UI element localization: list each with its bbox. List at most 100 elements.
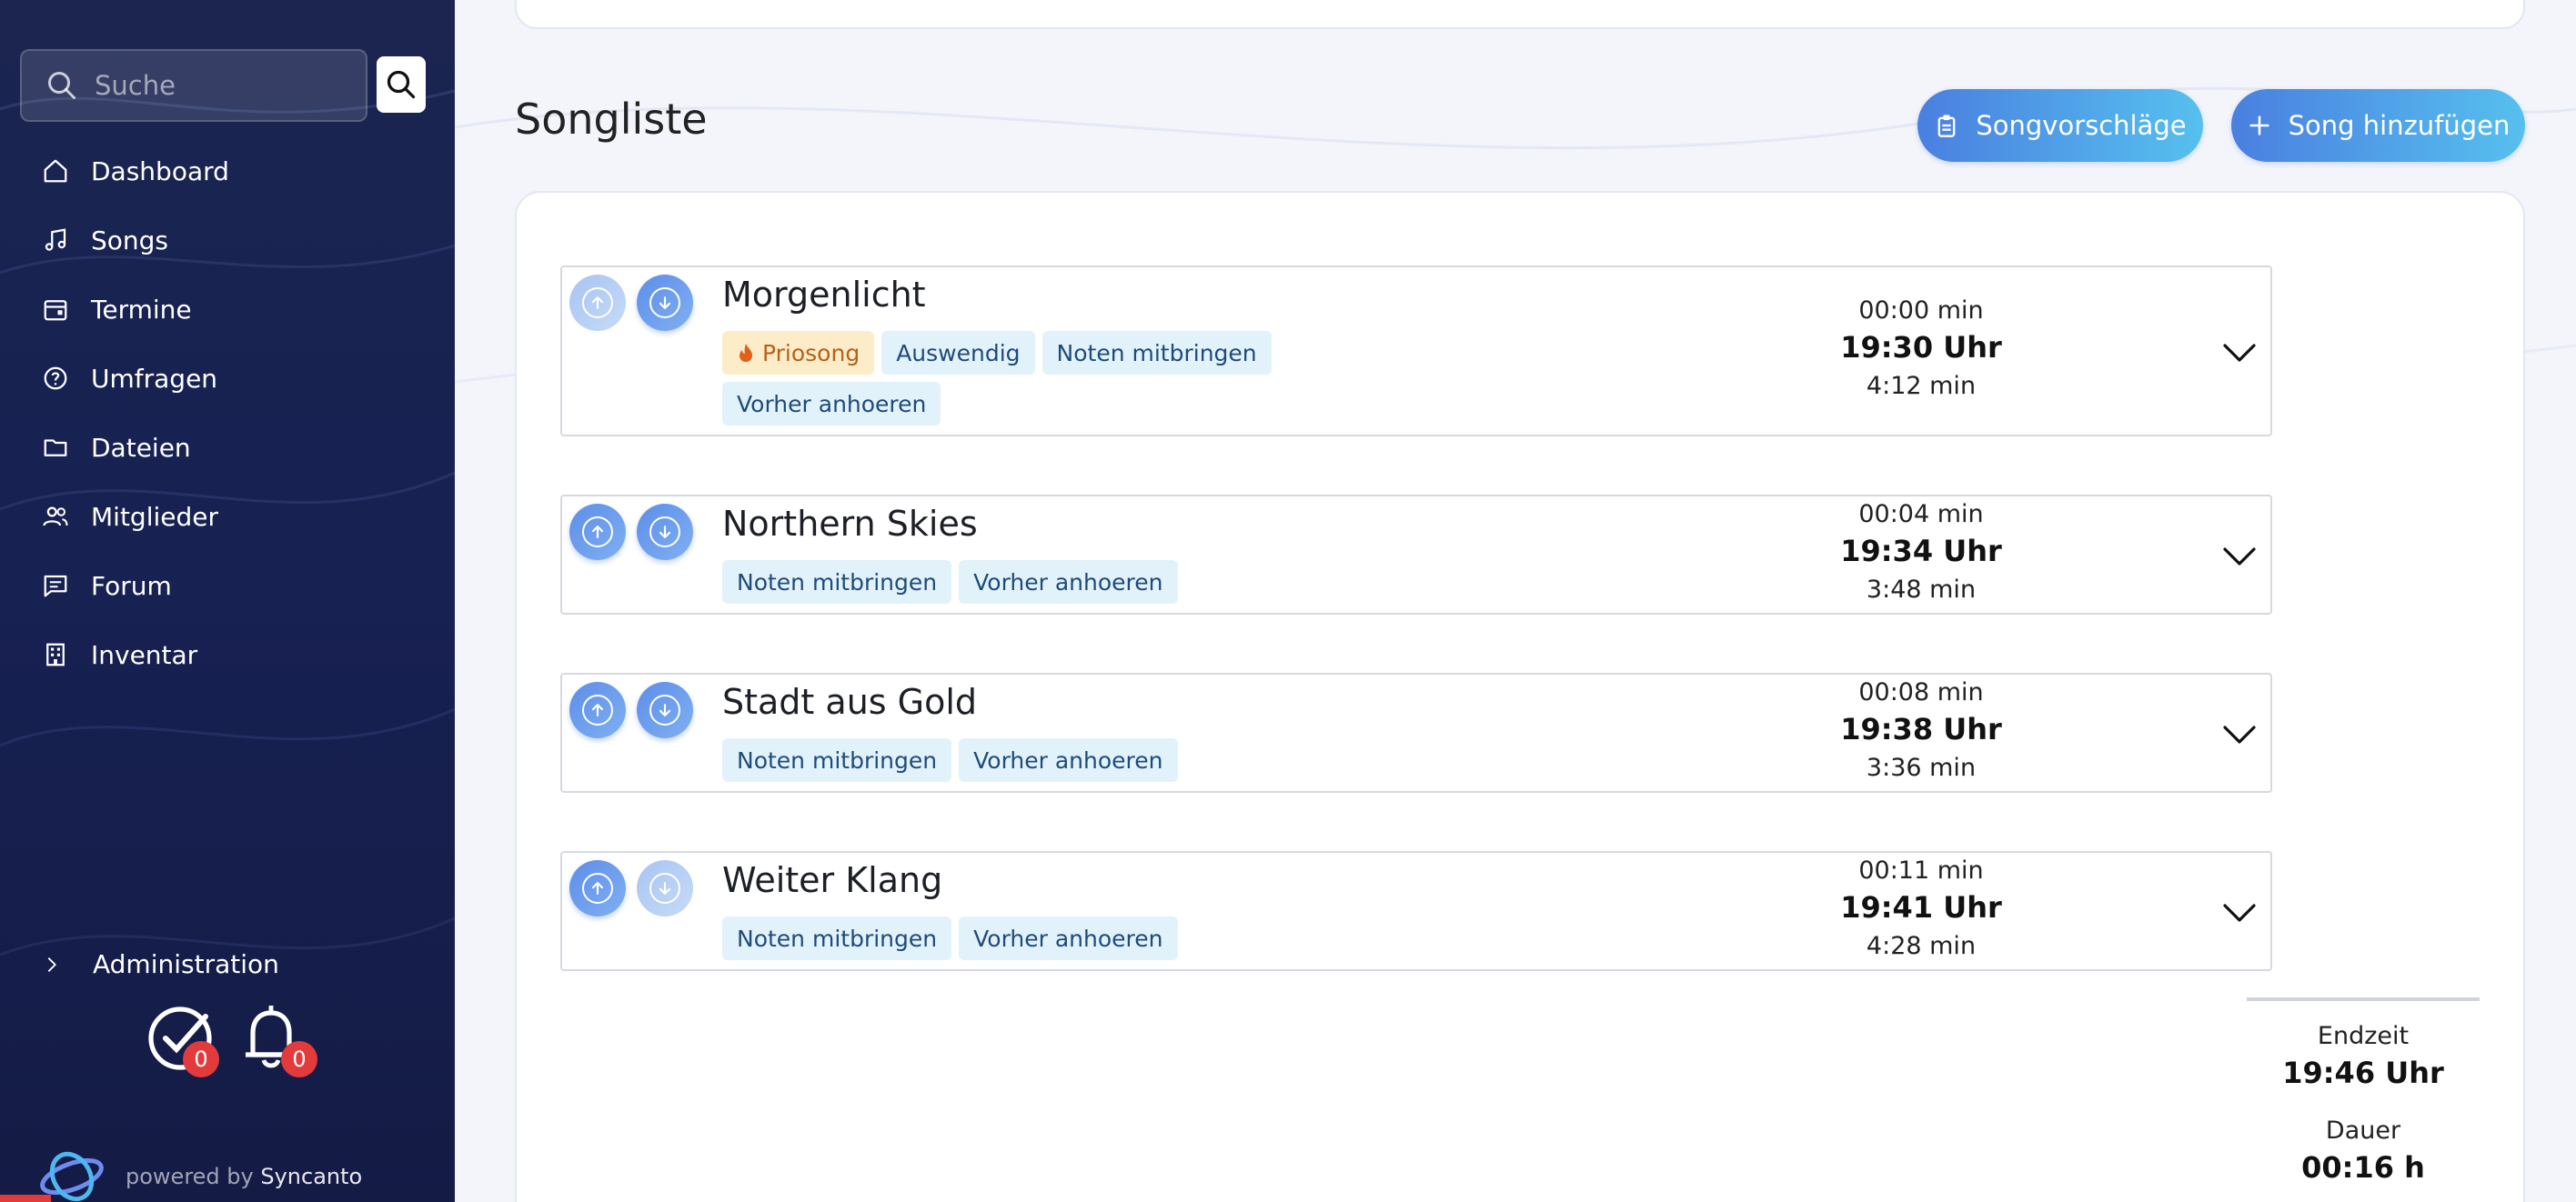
duration-value: 00:16 h: [2301, 1150, 2425, 1185]
song-clock-time: 19:30 Uhr: [1840, 330, 2002, 365]
reorder-controls: [569, 682, 693, 738]
chevron-right-icon: [47, 957, 56, 972]
sidebar-nav: Dashboard Songs Termine Umfragen Dateien…: [0, 136, 455, 689]
arrow-up-icon: [582, 287, 613, 318]
song-tag: Noten mitbringen: [722, 738, 952, 782]
sidebar-item-songs[interactable]: Songs: [0, 205, 455, 275]
move-down-button[interactable]: [637, 275, 693, 331]
move-down-button[interactable]: [637, 860, 693, 917]
tag-label: Noten mitbringen: [737, 925, 938, 952]
arrow-up-icon: [582, 695, 613, 726]
users-icon: [43, 506, 68, 526]
sidebar-item-label: Songs: [91, 225, 169, 255]
sidebar-item-forum[interactable]: Forum: [0, 551, 455, 620]
chevron-down-icon[interactable]: [2221, 723, 2258, 746]
music-note-icon: [45, 228, 66, 251]
sidebar-item-label: Forum: [91, 570, 172, 601]
chat-icon: [44, 575, 67, 597]
syncanto-logo-icon: [40, 1151, 104, 1202]
sidebar-item-label: Administration: [93, 949, 279, 979]
arrow-down-icon: [649, 516, 680, 547]
song-clock-time: 19:41 Uhr: [1840, 890, 2002, 925]
song-offset: 00:08 min: [1858, 678, 1984, 706]
powered-by-brand[interactable]: Syncanto: [260, 1164, 362, 1189]
song-tag: Vorher anhoeren: [959, 560, 1178, 604]
song-tag: Vorher anhoeren: [959, 738, 1178, 782]
summary-divider: [2247, 997, 2480, 1001]
clipboard-list-icon: [1938, 115, 1956, 137]
search-input[interactable]: [95, 70, 349, 101]
powered-by-prefix: powered by: [126, 1164, 254, 1189]
search-button[interactable]: [377, 56, 426, 113]
song-tag: Noten mitbringen: [722, 560, 952, 604]
song-times: 00:04 min 19:34 Uhr 3:48 min: [1821, 500, 2021, 604]
search-icon: [48, 72, 75, 99]
song-offset: 00:04 min: [1858, 500, 1984, 528]
add-song-button[interactable]: Song hinzufügen: [2231, 89, 2525, 162]
chevron-down-icon[interactable]: [2221, 341, 2258, 365]
reorder-controls: [569, 275, 693, 331]
move-down-button[interactable]: [637, 682, 693, 738]
song-title: Stadt aus Gold: [722, 682, 978, 722]
prio-tag: Priosong: [722, 331, 875, 375]
arrow-down-icon: [649, 873, 680, 904]
song-tag: Vorher anhoeren: [959, 917, 1178, 960]
sidebar-item-inventar[interactable]: Inventar: [0, 620, 455, 689]
search-box: [20, 49, 367, 122]
move-up-button[interactable]: [569, 504, 626, 560]
arrow-down-icon: [649, 287, 680, 318]
sidebar-item-dateien[interactable]: Dateien: [0, 413, 455, 482]
sidebar-item-label: Termine: [91, 294, 192, 325]
previous-section-card: [515, 0, 2525, 29]
sidebar-item-label: Mitglieder: [91, 501, 218, 532]
tag-label: Vorher anhoeren: [973, 568, 1163, 596]
search-icon: [387, 70, 416, 99]
question-circle-icon: [44, 366, 67, 390]
song-duration: 4:12 min: [1866, 372, 1977, 400]
end-time-summary: Endzeit 19:46 Uhr: [2263, 1022, 2463, 1090]
song-duration: 4:28 min: [1866, 932, 1977, 960]
sidebar-item-administration[interactable]: Administration: [42, 949, 279, 979]
move-up-button[interactable]: [569, 682, 626, 738]
song-duration: 3:36 min: [1866, 754, 1977, 782]
end-time-label: Endzeit: [2317, 1022, 2410, 1050]
move-down-button[interactable]: [637, 504, 693, 560]
song-tag: Auswendig: [881, 331, 1035, 375]
sidebar-item-label: Umfragen: [91, 363, 218, 394]
sidebar-item-termine[interactable]: Termine: [0, 275, 455, 344]
sidebar-item-mitglieder[interactable]: Mitglieder: [0, 482, 455, 551]
song-offset: 00:11 min: [1858, 856, 1984, 885]
chevron-down-icon[interactable]: [2221, 545, 2258, 568]
page-title: Songliste: [515, 95, 708, 144]
tag-label: Vorher anhoeren: [737, 390, 927, 417]
song-tags: Priosong Auswendig Noten mitbringen Vorher …: [722, 331, 1359, 426]
notifications-count-badge: 0: [281, 1041, 317, 1077]
move-up-button[interactable]: [569, 275, 626, 331]
fire-icon: [740, 344, 752, 362]
tag-label: Vorher anhoeren: [973, 925, 1163, 952]
sidebar-item-umfragen[interactable]: Umfragen: [0, 344, 455, 413]
arrow-up-icon: [582, 873, 613, 904]
song-suggestions-label: Songvorschläge: [1976, 110, 2187, 141]
song-title: Morgenlicht: [722, 275, 926, 315]
song-tags: Noten mitbringen Vorher anhoeren: [722, 560, 1359, 604]
song-suggestions-button[interactable]: Songvorschläge: [1917, 89, 2203, 162]
chevron-down-icon[interactable]: [2221, 901, 2258, 925]
song-tag: Vorher anhoeren: [722, 382, 941, 426]
sidebar-item-dashboard[interactable]: Dashboard: [0, 136, 455, 205]
move-up-button[interactable]: [569, 860, 626, 917]
end-time-value: 19:46 Uhr: [2282, 1056, 2444, 1090]
song-title: Weiter Klang: [722, 860, 943, 900]
song-offset: 00:00 min: [1858, 296, 1984, 325]
tag-label: Noten mitbringen: [737, 568, 938, 596]
song-tag: Noten mitbringen: [722, 917, 952, 960]
song-tags: Noten mitbringen Vorher anhoeren: [722, 917, 1359, 960]
duration-summary: Dauer 00:16 h: [2263, 1117, 2463, 1185]
song-clock-time: 19:34 Uhr: [1840, 534, 2002, 568]
song-times: 00:00 min 19:30 Uhr 4:12 min: [1821, 296, 2021, 400]
powered-by-text: powered by Syncanto: [126, 1164, 362, 1189]
tag-label: Noten mitbringen: [1056, 339, 1257, 366]
reorder-controls: [569, 860, 693, 917]
add-song-label: Song hinzufügen: [2288, 110, 2511, 141]
plus-icon: [2249, 115, 2269, 135]
